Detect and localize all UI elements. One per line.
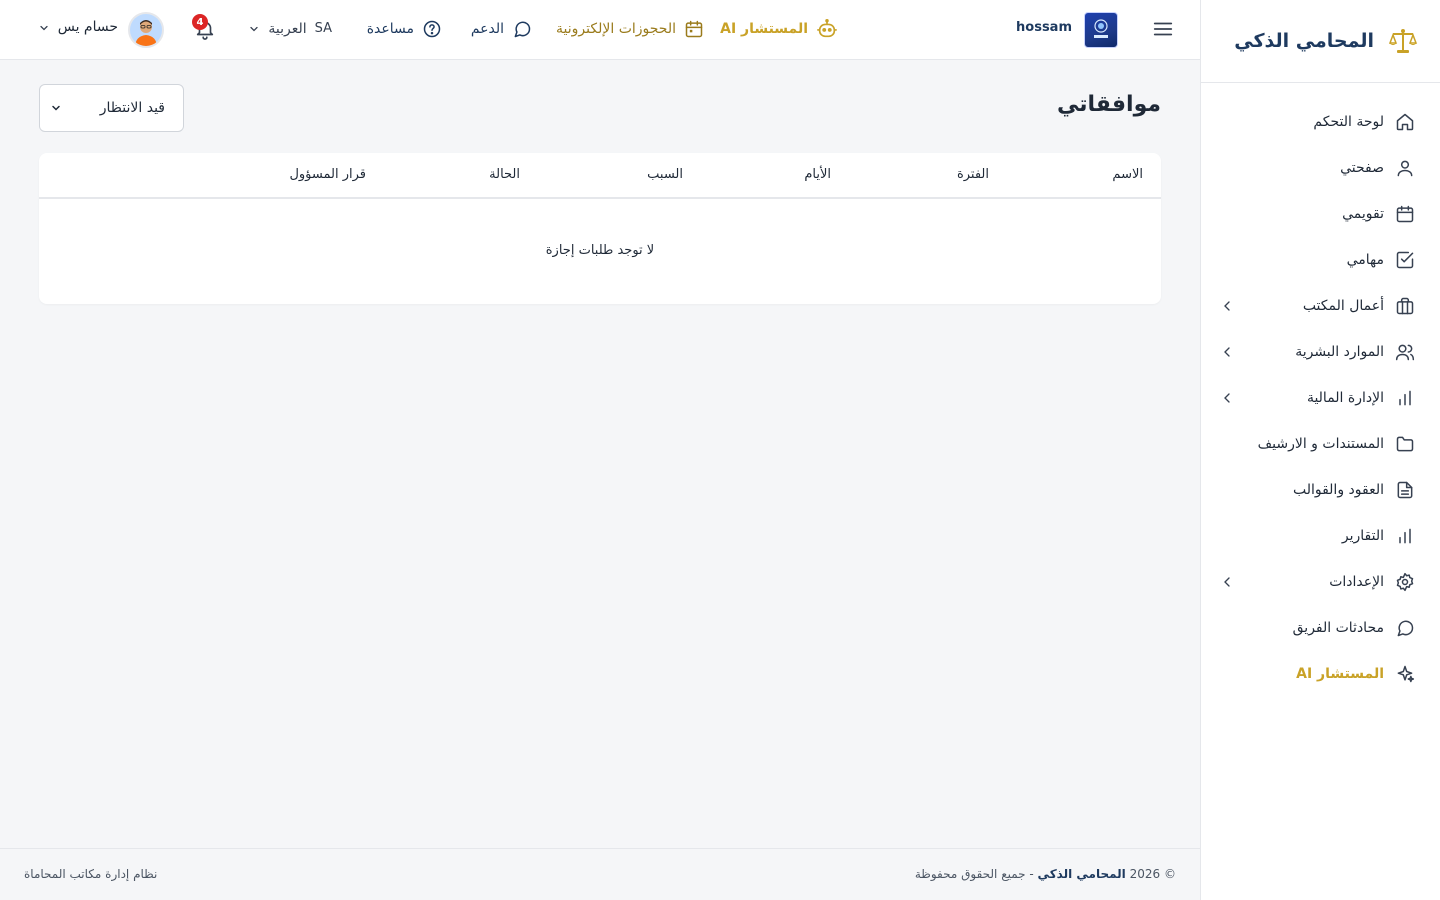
footer-tagline: نظام إدارة مكاتب المحاماة xyxy=(24,867,158,881)
gear-icon xyxy=(1394,571,1416,593)
sidebar-item-contracts[interactable]: العقود والقوالب xyxy=(1201,467,1440,513)
sidebar-item-calendar[interactable]: تقويمي xyxy=(1201,191,1440,237)
folder-icon xyxy=(1394,433,1416,455)
sidebar-item-label: صفحتي xyxy=(1340,160,1384,176)
language-selector[interactable]: SA العربية xyxy=(248,17,332,41)
chevron-down-icon[interactable] xyxy=(38,22,50,34)
sidebar-item-label: الإدارة المالية xyxy=(1306,390,1384,406)
sidebar-item-label: العقود والقوالب xyxy=(1292,482,1384,498)
bar-chart-icon xyxy=(1394,387,1416,409)
footer: © 2026 المحامي الذكي - جميع الحقوق محفوظ… xyxy=(0,848,1200,900)
sidebar-item-office-work[interactable]: أعمال المكتب xyxy=(1201,283,1440,329)
column-header-days: الأيام xyxy=(804,167,831,182)
approvals-table: الاسم الفترة الأيام السبب الحالة قرار ال… xyxy=(39,153,1161,304)
sidebar-item-label: التقارير xyxy=(1341,528,1384,544)
header-ai-advisor-label: المستشار AI xyxy=(720,21,808,37)
sidebar-item-hr[interactable]: الموارد البشرية xyxy=(1201,329,1440,375)
sidebar-item-settings[interactable]: الإعدادات xyxy=(1201,559,1440,605)
sidebar-nav: لوحة التحكم صفحتي تقويمي مهامي أعمال الم… xyxy=(1201,83,1440,697)
users-icon xyxy=(1394,341,1416,363)
file-text-icon xyxy=(1394,479,1416,501)
column-header-manager-decision: قرار المسؤول xyxy=(289,167,366,182)
sidebar-brand[interactable]: المحامي الذكي xyxy=(1201,0,1440,83)
user-icon xyxy=(1394,157,1416,179)
column-header-period: الفترة xyxy=(956,167,989,182)
language-label: العربية xyxy=(268,21,307,37)
header-help-label: مساعدة xyxy=(366,21,414,37)
sidebar-item-label: مهامي xyxy=(1346,252,1384,268)
sidebar-item-finance[interactable]: الإدارة المالية xyxy=(1201,375,1440,421)
sidebar-item-label: أعمال المكتب xyxy=(1302,298,1384,314)
status-filter-select[interactable]: قيد الانتظار xyxy=(39,84,184,132)
chevron-left-icon xyxy=(1219,390,1235,406)
avatar[interactable] xyxy=(128,12,164,48)
header-support-label: الدعم xyxy=(470,21,504,37)
sidebar: المحامي الذكي لوحة التحكم صفحتي تقويمي م… xyxy=(1200,0,1440,900)
check-square-icon xyxy=(1394,249,1416,271)
menu-icon[interactable] xyxy=(1152,18,1174,40)
sidebar-item-label: محادثات الفريق xyxy=(1292,620,1384,636)
chevron-down-icon xyxy=(248,23,260,35)
footer-copyright: © 2026 المحامي الذكي - جميع الحقوق محفوظ… xyxy=(915,867,1176,881)
language-code: SA xyxy=(314,21,332,36)
brand-title: المحامي الذكي xyxy=(1234,30,1374,52)
table-header: الاسم الفترة الأيام السبب الحالة قرار ال… xyxy=(39,153,1161,199)
footer-brand-link[interactable]: المحامي الذكي xyxy=(1038,867,1126,881)
sidebar-item-label: المستندات و الارشيف xyxy=(1257,436,1384,452)
sidebar-item-ai-advisor[interactable]: المستشار AI xyxy=(1201,651,1440,697)
org-name: hossam xyxy=(1016,20,1072,35)
chat-icon xyxy=(512,19,532,39)
sidebar-item-label: المستشار AI xyxy=(1296,666,1384,682)
briefcase-icon xyxy=(1394,295,1416,317)
header-bookings-label: الحجوزات الإلكترونية xyxy=(556,21,676,37)
robot-icon xyxy=(816,18,838,40)
chevron-left-icon xyxy=(1219,574,1235,590)
org-logo xyxy=(1084,12,1118,48)
sidebar-item-team-chat[interactable]: محادثات الفريق xyxy=(1201,605,1440,651)
calendar-icon xyxy=(1394,203,1416,225)
page-title: موافقاتي xyxy=(1057,92,1161,117)
status-filter-value: قيد الانتظار xyxy=(99,100,165,116)
column-header-name: الاسم xyxy=(1112,167,1143,182)
sidebar-item-label: الإعدادات xyxy=(1329,574,1384,590)
sparkles-icon xyxy=(1394,663,1416,685)
home-icon xyxy=(1394,111,1416,133)
chevron-left-icon xyxy=(1219,298,1235,314)
main-content: موافقاتي قيد الانتظار الاسم الفترة الأيا… xyxy=(0,60,1200,848)
sidebar-item-my-page[interactable]: صفحتي xyxy=(1201,145,1440,191)
header-bookings-link[interactable]: الحجوزات الإلكترونية xyxy=(556,17,704,41)
footer-rights: - جميع الحقوق محفوظة xyxy=(914,867,1034,881)
sidebar-item-label: الموارد البشرية xyxy=(1295,344,1384,360)
header-ai-advisor-link[interactable]: المستشار AI xyxy=(720,17,838,41)
column-header-reason: السبب xyxy=(647,167,683,182)
chat-icon xyxy=(1394,617,1416,639)
sidebar-item-documents[interactable]: المستندات و الارشيف xyxy=(1201,421,1440,467)
chevron-left-icon xyxy=(1219,344,1235,360)
chevron-down-icon xyxy=(50,102,62,114)
copyright-year: © 2026 xyxy=(1129,867,1176,881)
sidebar-item-label: تقويمي xyxy=(1342,206,1384,222)
help-circle-icon xyxy=(422,19,442,39)
calendar-icon xyxy=(684,19,704,39)
empty-state-message: لا توجد طلبات إجازة xyxy=(545,243,655,258)
sidebar-item-label: لوحة التحكم xyxy=(1313,114,1384,130)
column-header-status: الحالة xyxy=(489,167,520,182)
user-name[interactable]: حسام يس xyxy=(58,19,118,35)
header-support-link[interactable]: الدعم xyxy=(471,17,532,41)
sidebar-item-dashboard[interactable]: لوحة التحكم xyxy=(1201,99,1440,145)
top-header: hossam المستشار AI الحجوزات الإلكترونية … xyxy=(0,0,1200,60)
bar-chart-icon xyxy=(1394,525,1416,547)
notification-badge: 4 xyxy=(192,14,208,30)
sidebar-item-reports[interactable]: التقارير xyxy=(1201,513,1440,559)
header-help-link[interactable]: مساعدة xyxy=(367,17,442,41)
scales-icon xyxy=(1388,26,1418,56)
sidebar-item-tasks[interactable]: مهامي xyxy=(1201,237,1440,283)
